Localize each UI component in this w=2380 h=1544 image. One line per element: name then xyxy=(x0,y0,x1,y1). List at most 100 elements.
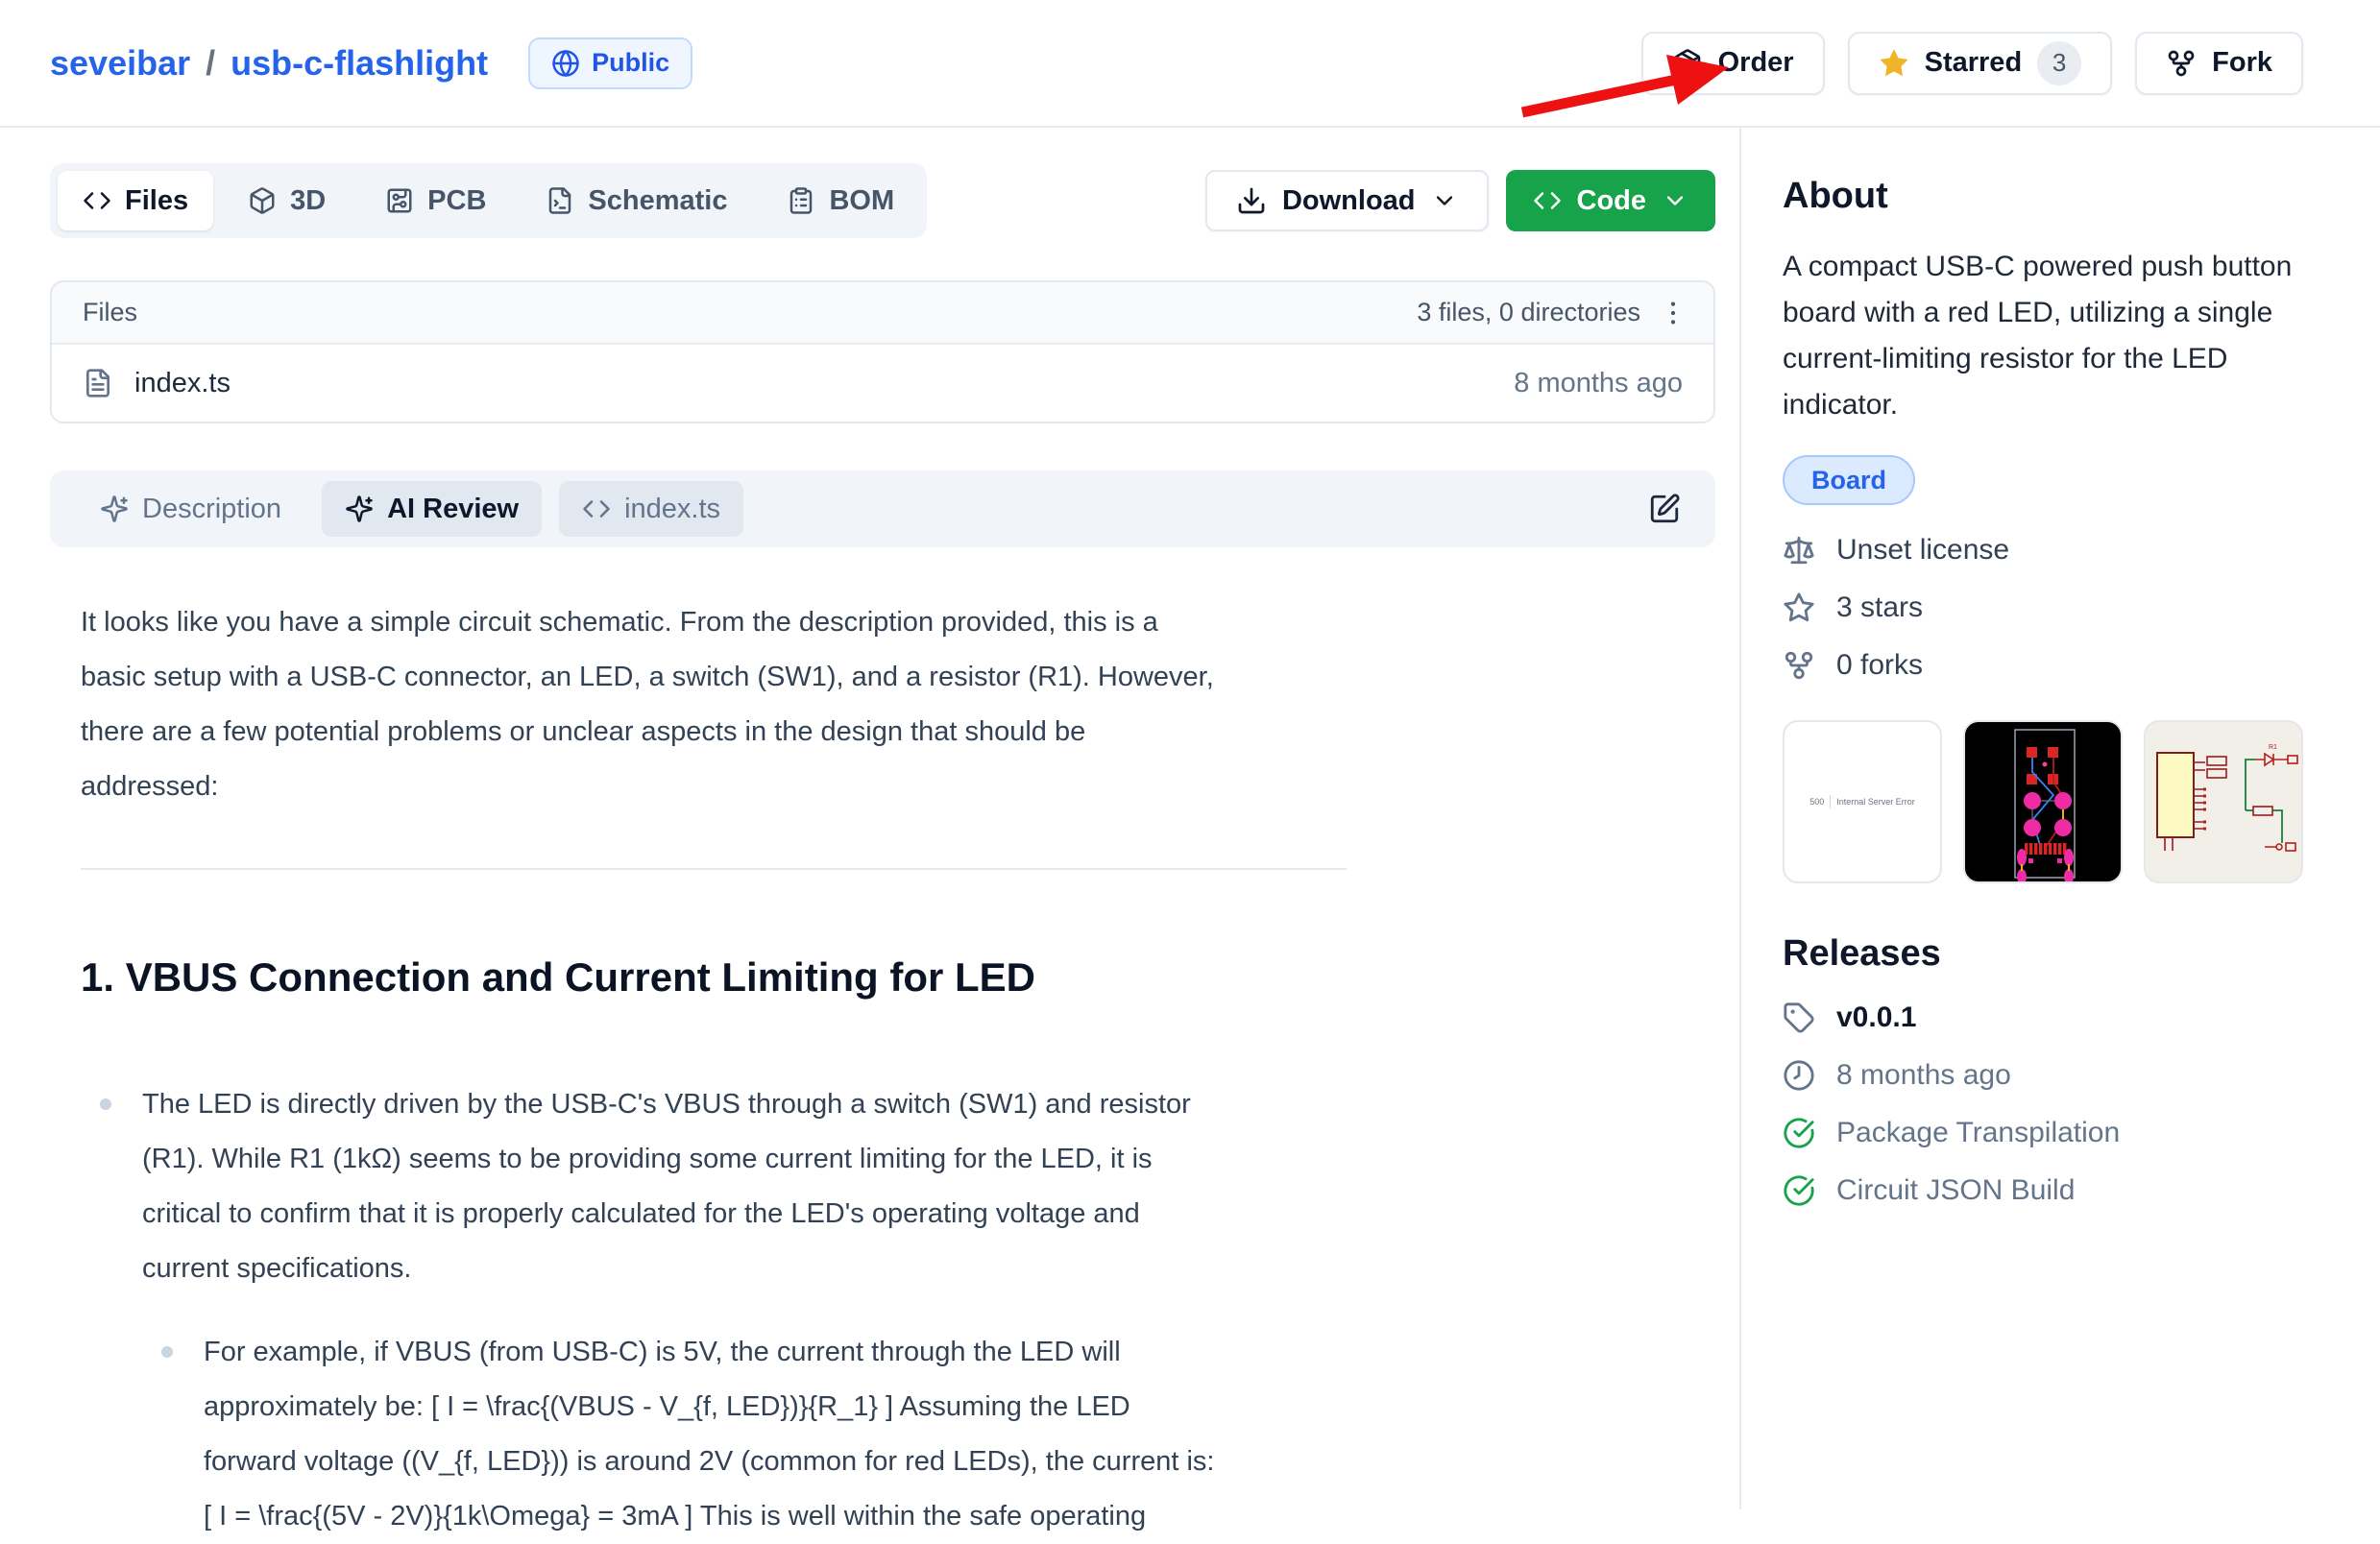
check-circle-icon xyxy=(1783,1174,1815,1207)
sidebar: About A compact USB-C powered push butto… xyxy=(1739,128,2380,1509)
tab-pcb[interactable]: PCB xyxy=(360,171,511,230)
repo-header: seveibar / usb-c-flashlight Public Order… xyxy=(0,0,2380,128)
download-label: Download xyxy=(1282,185,1416,217)
fork-label: Fork xyxy=(2212,47,2272,79)
files-card-title: Files xyxy=(83,298,137,327)
table-row[interactable]: index.ts 8 months ago xyxy=(52,345,1713,422)
header-actions: Order Starred 3 Fork xyxy=(1641,32,2303,95)
files-meta: 3 files, 0 directories xyxy=(1417,298,1640,327)
visibility-badge: Public xyxy=(528,37,692,89)
license-label: Unset license xyxy=(1836,534,2009,567)
chevron-down-icon xyxy=(1431,187,1458,214)
file-terminal-icon xyxy=(546,186,574,215)
fork-icon xyxy=(2166,48,2197,79)
tab-3d-label: 3D xyxy=(290,185,326,217)
file-icon xyxy=(83,368,113,398)
schematic-preview-image: R1 xyxy=(2146,722,2303,883)
starred-button[interactable]: Starred 3 xyxy=(1848,32,2113,95)
fork-button[interactable]: Fork xyxy=(2135,32,2303,95)
tab-pcb-label: PCB xyxy=(427,185,486,217)
about-title: About xyxy=(1783,176,2303,217)
edit-pencil-icon xyxy=(1648,493,1681,525)
files-menu-button[interactable] xyxy=(1658,298,1688,328)
tag-icon xyxy=(1783,1001,1815,1034)
svg-text:R1: R1 xyxy=(2269,744,2277,751)
tab-files-label: Files xyxy=(125,185,188,217)
thumbnail-error-divider xyxy=(1830,795,1831,808)
box-icon xyxy=(248,186,277,215)
tab-bom-label: BOM xyxy=(829,185,894,217)
tab-index-ts-label: index.ts xyxy=(624,494,720,525)
edit-button[interactable] xyxy=(1648,493,1681,525)
release-check-label: Circuit JSON Build xyxy=(1836,1174,2075,1207)
about-description: A compact USB-C powered push button boar… xyxy=(1783,244,2303,428)
tab-description[interactable]: Description xyxy=(77,481,304,537)
order-label: Order xyxy=(1718,47,1794,79)
file-name[interactable]: index.ts xyxy=(134,368,231,399)
content-divider xyxy=(81,868,1347,870)
forks-label: 0 forks xyxy=(1836,649,1923,682)
kebab-menu-icon xyxy=(1658,298,1688,328)
sparkles-icon xyxy=(100,495,129,523)
tab-schematic-label: Schematic xyxy=(588,185,727,217)
tab-files[interactable]: Files xyxy=(58,171,213,230)
visibility-label: Public xyxy=(592,48,669,78)
release-check-row[interactable]: Circuit JSON Build xyxy=(1783,1174,2303,1207)
tab-schematic[interactable]: Schematic xyxy=(521,171,752,230)
tab-description-label: Description xyxy=(142,494,281,525)
globe-icon xyxy=(551,49,580,78)
code-icon xyxy=(83,186,111,215)
description-tabs: Description AI Review index.ts xyxy=(50,470,1715,547)
download-button[interactable]: Download xyxy=(1205,170,1489,231)
thumbnail-error-text: 500 Internal Server Error xyxy=(1785,722,1940,881)
breadcrumb-separator: / xyxy=(206,43,215,84)
scale-icon xyxy=(1783,534,1815,567)
release-rows: v0.0.1 8 months ago Package Transpilatio… xyxy=(1783,1001,2303,1207)
circuit-board-icon xyxy=(385,186,414,215)
release-version-label: v0.0.1 xyxy=(1836,1001,1916,1034)
license-row[interactable]: Unset license xyxy=(1783,534,2303,567)
star-count-badge: 3 xyxy=(2037,41,2081,85)
tab-index-ts[interactable]: index.ts xyxy=(559,481,743,537)
file-age: 8 months ago xyxy=(1514,368,1683,399)
clock-icon xyxy=(1783,1059,1815,1092)
download-icon xyxy=(1236,185,1267,216)
description-card: Description AI Review index.ts It looks … xyxy=(50,470,1715,1544)
package-icon xyxy=(1672,48,1703,79)
star-outline-icon xyxy=(1783,591,1815,624)
review-bullet-list: The LED is directly driven by the USB-C'… xyxy=(81,1077,1715,1544)
stars-row[interactable]: 3 stars xyxy=(1783,591,2303,624)
view-toolbar: Files 3D PCB Schematic BOM xyxy=(50,163,1715,238)
topic-badge-board[interactable]: Board xyxy=(1783,455,1915,505)
preview-thumbnails: 500 Internal Server Error xyxy=(1783,720,2303,883)
forks-row[interactable]: 0 forks xyxy=(1783,649,2303,682)
release-version-row[interactable]: v0.0.1 xyxy=(1783,1001,2303,1034)
check-circle-icon xyxy=(1783,1117,1815,1149)
list-item: The LED is directly driven by the USB-C'… xyxy=(81,1077,1358,1296)
repo-name-link[interactable]: usb-c-flashlight xyxy=(231,43,488,84)
thumbnail-schematic-preview[interactable]: R1 xyxy=(2144,720,2303,883)
starred-label: Starred xyxy=(1925,47,2023,79)
tab-3d[interactable]: 3D xyxy=(223,171,351,230)
list-item: For example, if VBUS (from USB-C) is 5V,… xyxy=(142,1325,1420,1544)
code-icon xyxy=(582,495,611,523)
thumbnail-3d-preview[interactable]: 500 Internal Server Error xyxy=(1783,720,1942,883)
release-age-row: 8 months ago xyxy=(1783,1059,2303,1092)
files-card: Files 3 files, 0 directories index.ts 8 … xyxy=(50,280,1715,423)
stars-label: 3 stars xyxy=(1836,591,1923,624)
release-check-row[interactable]: Package Transpilation xyxy=(1783,1117,2303,1149)
repo-owner-link[interactable]: seveibar xyxy=(50,43,190,84)
releases-title: Releases xyxy=(1783,933,2303,975)
pcb-preview-image xyxy=(1965,722,2123,883)
tab-ai-review[interactable]: AI Review xyxy=(322,481,542,537)
order-button[interactable]: Order xyxy=(1641,32,1825,95)
review-intro-paragraph: It looks like you have a simple circuit … xyxy=(81,595,1358,814)
files-card-header: Files 3 files, 0 directories xyxy=(52,282,1713,345)
tab-bom[interactable]: BOM xyxy=(762,171,919,230)
code-label: Code xyxy=(1577,185,1647,217)
code-button[interactable]: Code xyxy=(1506,170,1716,231)
breadcrumb: seveibar / usb-c-flashlight Public xyxy=(50,37,692,89)
fork-icon xyxy=(1783,649,1815,682)
release-age-label: 8 months ago xyxy=(1836,1059,2011,1092)
thumbnail-pcb-preview[interactable] xyxy=(1963,720,2123,883)
